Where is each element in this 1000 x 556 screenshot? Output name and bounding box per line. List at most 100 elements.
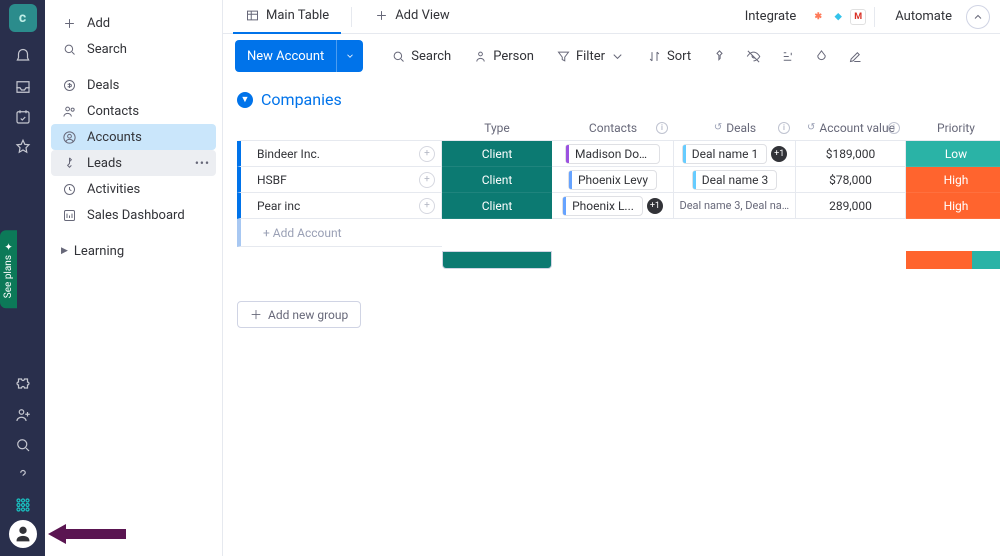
add-group-button[interactable]: ＋ Add new group: [237, 301, 361, 328]
new-account-label: New Account: [235, 49, 336, 64]
inbox-icon[interactable]: [0, 72, 45, 102]
filter-button[interactable]: Filter: [548, 45, 633, 68]
tab-main-table[interactable]: Main Table: [233, 0, 341, 34]
person-button[interactable]: Person: [465, 45, 542, 68]
apps-icon[interactable]: [0, 490, 45, 520]
col-header-deals[interactable]: ↺Dealsi: [674, 115, 796, 141]
puzzle-icon[interactable]: [0, 370, 45, 400]
tab-add-view[interactable]: Add View: [362, 0, 461, 34]
workspace-logo[interactable]: c: [9, 4, 37, 32]
filter-label: Filter: [576, 49, 605, 64]
invite-icon[interactable]: [0, 400, 45, 430]
color-icon[interactable]: [807, 42, 835, 70]
chevron-down-icon[interactable]: [336, 40, 363, 72]
sidebar-item-accounts[interactable]: Accounts: [51, 124, 216, 150]
divider: [351, 7, 352, 27]
summary-row: [237, 251, 986, 269]
info-icon[interactable]: i: [778, 122, 790, 134]
cell-value[interactable]: 289,000: [796, 193, 906, 219]
cell-type[interactable]: Client: [442, 193, 552, 219]
accounts-icon: [61, 130, 77, 145]
cell-priority[interactable]: High: [906, 167, 1000, 193]
annotation-arrow: [48, 524, 126, 544]
cell-deal[interactable]: Deal name 3, Deal na...: [674, 193, 796, 219]
table-row[interactable]: Bindeer Inc.+ClientMadison DoyleDeal nam…: [237, 141, 986, 167]
info-icon[interactable]: i: [888, 122, 900, 134]
cell-priority[interactable]: Low: [906, 141, 1000, 167]
sidebar-search[interactable]: Search: [51, 36, 216, 62]
table-row[interactable]: HSBF+ClientPhoenix LevyDeal name 3$78,00…: [237, 167, 986, 193]
cell-name[interactable]: Bindeer Inc.+: [237, 141, 442, 167]
search-rail-icon[interactable]: [0, 430, 45, 460]
hide-icon[interactable]: [739, 42, 767, 70]
add-group-label: Add new group: [268, 308, 348, 322]
cell-type[interactable]: Client: [442, 141, 552, 167]
col-header-value[interactable]: ↺Account valuei: [796, 115, 906, 141]
sidebar-item-dashboard[interactable]: Sales Dashboard: [51, 202, 216, 228]
cell-value[interactable]: $78,000: [796, 167, 906, 193]
cell-deal[interactable]: Deal name 3: [674, 167, 796, 193]
cell-deal[interactable]: Deal name 1+1: [674, 141, 796, 167]
sidebar-item-activities[interactable]: Activities: [51, 176, 216, 202]
link-icon: ↺: [714, 122, 722, 133]
integrate-button[interactable]: Integrate: [733, 5, 803, 28]
cell-name[interactable]: Pear inc+: [237, 193, 442, 219]
sidebar-item-label: Contacts: [87, 104, 139, 119]
chevron-down-icon: [610, 49, 625, 64]
sidebar-section-learning[interactable]: ▶ Learning: [51, 238, 216, 264]
app-icon[interactable]: ◆: [830, 9, 846, 25]
group-title[interactable]: Companies: [261, 90, 342, 109]
sidebar-item-deals[interactable]: Deals: [51, 72, 216, 98]
bell-icon[interactable]: [0, 42, 45, 72]
expand-icon[interactable]: +: [419, 146, 435, 162]
sidebar-item-contacts[interactable]: Contacts: [51, 98, 216, 124]
plus-icon: [61, 16, 77, 31]
sidebar-add[interactable]: Add: [51, 10, 216, 36]
table-row[interactable]: Pear inc+ClientPhoenix L...+1Deal name 3…: [237, 193, 986, 219]
new-account-button[interactable]: New Account: [235, 40, 363, 72]
expand-icon[interactable]: +: [419, 198, 435, 214]
cell-name[interactable]: HSBF+: [237, 167, 442, 193]
height-icon[interactable]: [773, 42, 801, 70]
cell-contact[interactable]: Phoenix Levy: [552, 167, 674, 193]
group-header[interactable]: ▼ Companies: [237, 90, 986, 109]
collapse-group-icon[interactable]: ▼: [237, 92, 253, 108]
hubspot-icon[interactable]: ✱: [810, 9, 826, 25]
collapse-button[interactable]: [966, 5, 990, 29]
plus-icon: [374, 8, 389, 23]
sidebar-item-label: Activities: [87, 182, 140, 197]
help-icon[interactable]: [0, 460, 45, 490]
star-icon[interactable]: [0, 132, 45, 162]
search-button[interactable]: Search: [383, 45, 459, 68]
person-label: Person: [493, 49, 534, 64]
sidebar-item-leads[interactable]: Leads •••: [51, 150, 216, 176]
add-account-row[interactable]: + Add Account: [237, 219, 442, 247]
avatar[interactable]: [9, 520, 37, 548]
automate-label: Automate: [895, 9, 952, 24]
cell-type[interactable]: Client: [442, 167, 552, 193]
info-icon[interactable]: i: [656, 122, 668, 134]
sidebar: Add Search Deals Contacts Accounts Leads…: [45, 0, 223, 556]
col-header-type[interactable]: Type: [442, 115, 552, 141]
pin-icon[interactable]: [705, 42, 733, 70]
gmail-icon[interactable]: M: [850, 9, 866, 25]
cell-contact[interactable]: Phoenix L...+1: [552, 193, 674, 219]
summary-type: [442, 251, 552, 269]
tab-label: Add View: [395, 8, 449, 23]
calendar-icon[interactable]: [0, 102, 45, 132]
cell-value[interactable]: $189,000: [796, 141, 906, 167]
cell-contact[interactable]: Madison Doyle: [552, 141, 674, 167]
automate-button[interactable]: Automate: [883, 5, 958, 28]
sidebar-item-label: Leads: [87, 156, 122, 171]
table-icon: [245, 8, 260, 23]
col-header-contacts[interactable]: Contactsi: [552, 115, 674, 141]
col-header-priority[interactable]: Priority: [906, 115, 1000, 141]
cell-priority[interactable]: High: [906, 193, 1000, 219]
col-header-name[interactable]: [237, 115, 442, 141]
tabs-bar: Main Table Add View Integrate ✱ ◆ M Auto…: [223, 0, 1000, 34]
edit-icon[interactable]: [841, 42, 869, 70]
expand-icon[interactable]: +: [419, 172, 435, 188]
sort-button[interactable]: Sort: [639, 45, 699, 68]
see-plans-tab[interactable]: See plans: [0, 230, 17, 308]
more-icon[interactable]: •••: [195, 156, 210, 170]
